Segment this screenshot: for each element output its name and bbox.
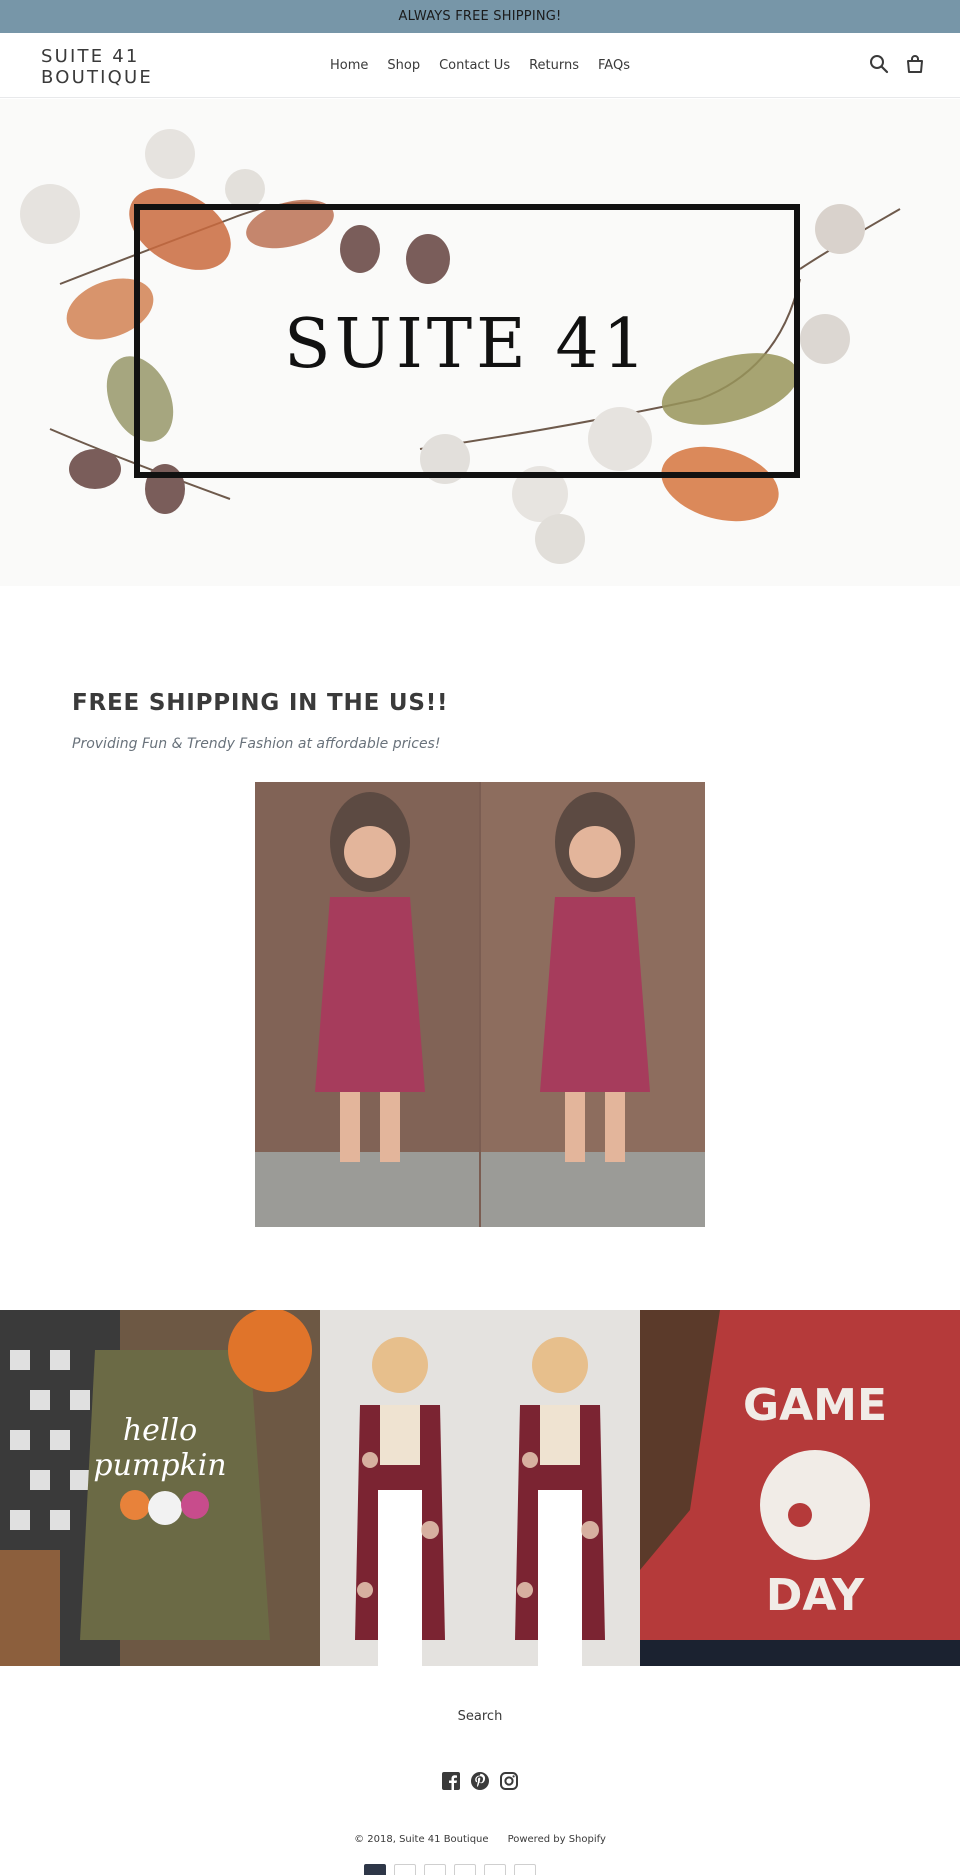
copyright-text[interactable]: © 2018, Suite 41 Boutique [354,1834,488,1845]
pumpkin-tee-text-2: pumpkin [93,1448,226,1483]
discover-icon [454,1864,476,1875]
site-header: SUITE 41 BOUTIQUE Home Shop Contact Us R… [0,33,960,98]
nav-faqs[interactable]: FAQs [589,58,640,73]
nav-shop[interactable]: Shop [378,58,430,73]
nav-returns[interactable]: Returns [520,58,589,73]
hero-banner[interactable]: SUITE 41 [0,99,960,586]
hero-title: SUITE 41 [284,305,650,384]
powered-by-text[interactable]: Powered by Shopify [508,1834,606,1845]
payment-icons [364,1864,536,1875]
visa-icon [514,1864,536,1875]
pinterest-icon[interactable] [470,1771,490,1791]
announcement-bar: ALWAYS FREE SHIPPING! [0,0,960,33]
nav-home[interactable]: Home [321,58,378,73]
collage-tile-kimono[interactable] [320,1310,640,1666]
pumpkin-tee-text-1: hello [123,1413,197,1448]
header-icons [868,53,926,75]
facebook-icon[interactable] [441,1771,461,1791]
search-icon[interactable] [868,53,890,75]
hero-illustration: SUITE 41 [20,129,901,564]
apple-pay-icon [394,1864,416,1875]
instagram-icon[interactable] [499,1771,519,1791]
collage-tile-game-day[interactable]: GAME DAY [640,1310,960,1666]
diners-icon [424,1864,446,1875]
featured-photo [255,782,705,1227]
rich-text-section: FREE SHIPPING IN THE US!! Providing Fun … [72,690,888,752]
site-logo[interactable]: SUITE 41 BOUTIQUE [41,46,201,88]
footer-menu: Search [0,1709,960,1724]
mastercard-icon [484,1864,506,1875]
rich-text-subtitle: Providing Fun & Trendy Fashion at afford… [72,736,441,752]
amex-icon [364,1864,386,1875]
pumpkin-tee-photo: hello pumpkin [0,1310,320,1666]
footer-copyright: © 2018, Suite 41 Boutique Powered by Sho… [0,1834,960,1845]
announcement-text: ALWAYS FREE SHIPPING! [398,9,562,24]
game-day-tee-photo: GAME DAY [640,1310,960,1666]
cart-icon[interactable] [904,53,926,75]
logo-line-2: BOUTIQUE [41,67,153,88]
social-links [0,1771,960,1791]
rich-text-title: FREE SHIPPING IN THE US!! [72,690,449,716]
logo-line-1: SUITE 41 [41,46,140,67]
game-day-text-2: DAY [766,1570,865,1621]
collection-collage: hello pumpkin GAME DAY [0,1310,960,1666]
nav-contact-us[interactable]: Contact Us [430,58,520,73]
game-day-text-1: GAME [743,1380,887,1431]
collage-tile-pumpkin[interactable]: hello pumpkin [0,1310,320,1666]
featured-image [255,782,705,1227]
kimono-photo [320,1310,640,1666]
footer-search-link[interactable]: Search [458,1709,503,1724]
